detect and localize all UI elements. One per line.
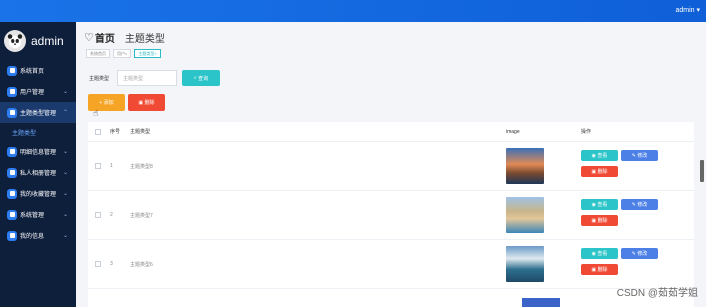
brand-name: admin (31, 34, 64, 48)
row-name: 主题类型8 (130, 163, 153, 170)
sidebar-item-label: 明细信息管理 (20, 150, 57, 156)
row-checkbox[interactable] (88, 212, 108, 218)
table-row: 3 主题类型6 ◉ 查看 ✎ 修改 ▣ 删除 (88, 240, 694, 289)
home-link[interactable]: 首页 (95, 30, 115, 45)
row-delete-button[interactable]: ▣ 删除 (581, 166, 618, 177)
edit-button[interactable]: ✎ 修改 (621, 248, 658, 259)
header-index: 序号 (110, 129, 121, 135)
grid-icon (7, 188, 17, 199)
row-name: 主题类型6 (130, 261, 153, 268)
sidebar-item-profile[interactable]: 我的信息 ⌄ (0, 225, 76, 246)
row-name: 主题类型7 (130, 212, 153, 219)
sidebar-item-label: 用户管理 (20, 90, 45, 96)
header-image: image (506, 128, 520, 135)
table-row: 2 主题类型7 ◉ 查看 ✎ 修改 ▣ 删除 (88, 191, 694, 240)
row-index: 3 (110, 261, 113, 267)
view-button[interactable]: ◉ 查看 (581, 248, 618, 259)
search-label: 主题类型 (89, 75, 110, 82)
sidebar-item-label: 系统首页 (20, 69, 45, 75)
grid-icon (7, 107, 17, 118)
sidebar-item-home[interactable]: 系统首页 (0, 60, 76, 81)
crumb-home[interactable]: 系统首页 (86, 49, 110, 58)
sidebar-item-details[interactable]: 明细信息管理 ⌄ (0, 141, 76, 162)
crumb-theme-type[interactable]: 主题类型× (134, 49, 161, 58)
watermark: CSDN @茹茹学姐 (616, 288, 698, 299)
chevron-down-icon: ⌄ (62, 191, 68, 197)
view-button[interactable]: ◉ 查看 (581, 199, 618, 210)
sidebar-item-label: 系统管理 (20, 213, 45, 219)
chevron-down-icon: ⌄ (62, 89, 68, 95)
delete-button[interactable]: ▣ 删除 (128, 94, 165, 111)
row-thumbnail[interactable] (506, 148, 544, 184)
search-button[interactable]: ⌕ 查询 (182, 70, 220, 86)
row-index: 2 (110, 212, 113, 218)
chevron-down-icon: ⌄ (62, 233, 68, 239)
sidebar-item-label: 私人相册管理 (20, 171, 57, 177)
sidebar-item-system[interactable]: 系统管理 ⌄ (0, 204, 76, 225)
avatar (4, 30, 26, 52)
sidebar-subitem-theme-type[interactable]: 主题类型 (0, 123, 76, 141)
sidebar-item-users[interactable]: 用户管理 ⌄ (0, 81, 76, 102)
chevron-up-icon: ⌃ (62, 110, 68, 116)
row-checkbox[interactable] (88, 163, 108, 169)
page-header: ♡ 首页 主题类型 (84, 30, 165, 45)
sidebar-brand: admin (0, 22, 76, 60)
sidebar-item-label: 我的信息 (20, 234, 45, 240)
header-name: 主题类型 (130, 129, 151, 135)
row-checkbox[interactable] (88, 261, 108, 267)
table-row: 1 主题类型8 ◉ 查看 ✎ 修改 ▣ 删除 (88, 142, 694, 191)
next-row-thumbnail (522, 298, 560, 307)
search-bar: 主题类型 主题类型 ⌕ 查询 (89, 70, 220, 86)
grid-icon (7, 209, 17, 220)
sidebar-item-theme-types[interactable]: 主题类型管理 ⌃ (0, 102, 76, 123)
breadcrumb: 系统首页 用户× 主题类型× (86, 49, 161, 58)
flag-icon (7, 146, 17, 157)
sidebar: admin 系统首页 用户管理 ⌄ 主题类型管理 ⌃ 主题类型 明细信息管理 ⌄… (0, 22, 76, 307)
row-index: 1 (110, 163, 113, 169)
scrollbar[interactable] (700, 160, 704, 182)
header-ops: 操作 (581, 129, 592, 135)
chevron-down-icon: ⌄ (62, 170, 68, 176)
edit-button[interactable]: ✎ 修改 (621, 199, 658, 210)
user-icon (7, 86, 17, 97)
row-delete-button[interactable]: ▣ 删除 (581, 264, 618, 275)
crumb-users[interactable]: 用户× (113, 49, 132, 58)
sidebar-item-favorites[interactable]: 我的收藏管理 ⌄ (0, 183, 76, 204)
sidebar-item-label: 主题类型管理 (20, 111, 57, 117)
chevron-down-icon: ⌄ (62, 149, 68, 155)
grid-icon (7, 167, 17, 178)
main-content: ♡ 首页 主题类型 系统首页 用户× 主题类型× 主题类型 主题类型 ⌕ 查询 … (76, 22, 706, 307)
table-header: 序号 主题类型 image 操作 (88, 122, 694, 142)
user-menu[interactable]: admin ▾ (675, 6, 700, 14)
row-thumbnail[interactable] (506, 246, 544, 282)
data-table: 序号 主题类型 image 操作 1 主题类型8 ◉ 查看 ✎ 修改 ▣ 删除 … (88, 122, 694, 307)
row-delete-button[interactable]: ▣ 删除 (581, 215, 618, 226)
cursor-icon: ☝ (93, 108, 99, 118)
search-input[interactable]: 主题类型 (117, 70, 177, 86)
home-icon (7, 65, 17, 76)
chevron-down-icon: ⌄ (62, 212, 68, 218)
id-card-icon (7, 230, 17, 241)
heart-icon: ♡ (84, 32, 94, 44)
select-all-checkbox[interactable] (88, 128, 108, 135)
top-bar: admin ▾ (0, 0, 706, 22)
row-thumbnail[interactable] (506, 197, 544, 233)
panda-icon (7, 34, 23, 49)
sidebar-item-label: 我的收藏管理 (20, 192, 57, 198)
page-title: 主题类型 (124, 34, 165, 45)
sidebar-item-albums[interactable]: 私人相册管理 ⌄ (0, 162, 76, 183)
view-button[interactable]: ◉ 查看 (581, 150, 618, 161)
edit-button[interactable]: ✎ 修改 (621, 150, 658, 161)
